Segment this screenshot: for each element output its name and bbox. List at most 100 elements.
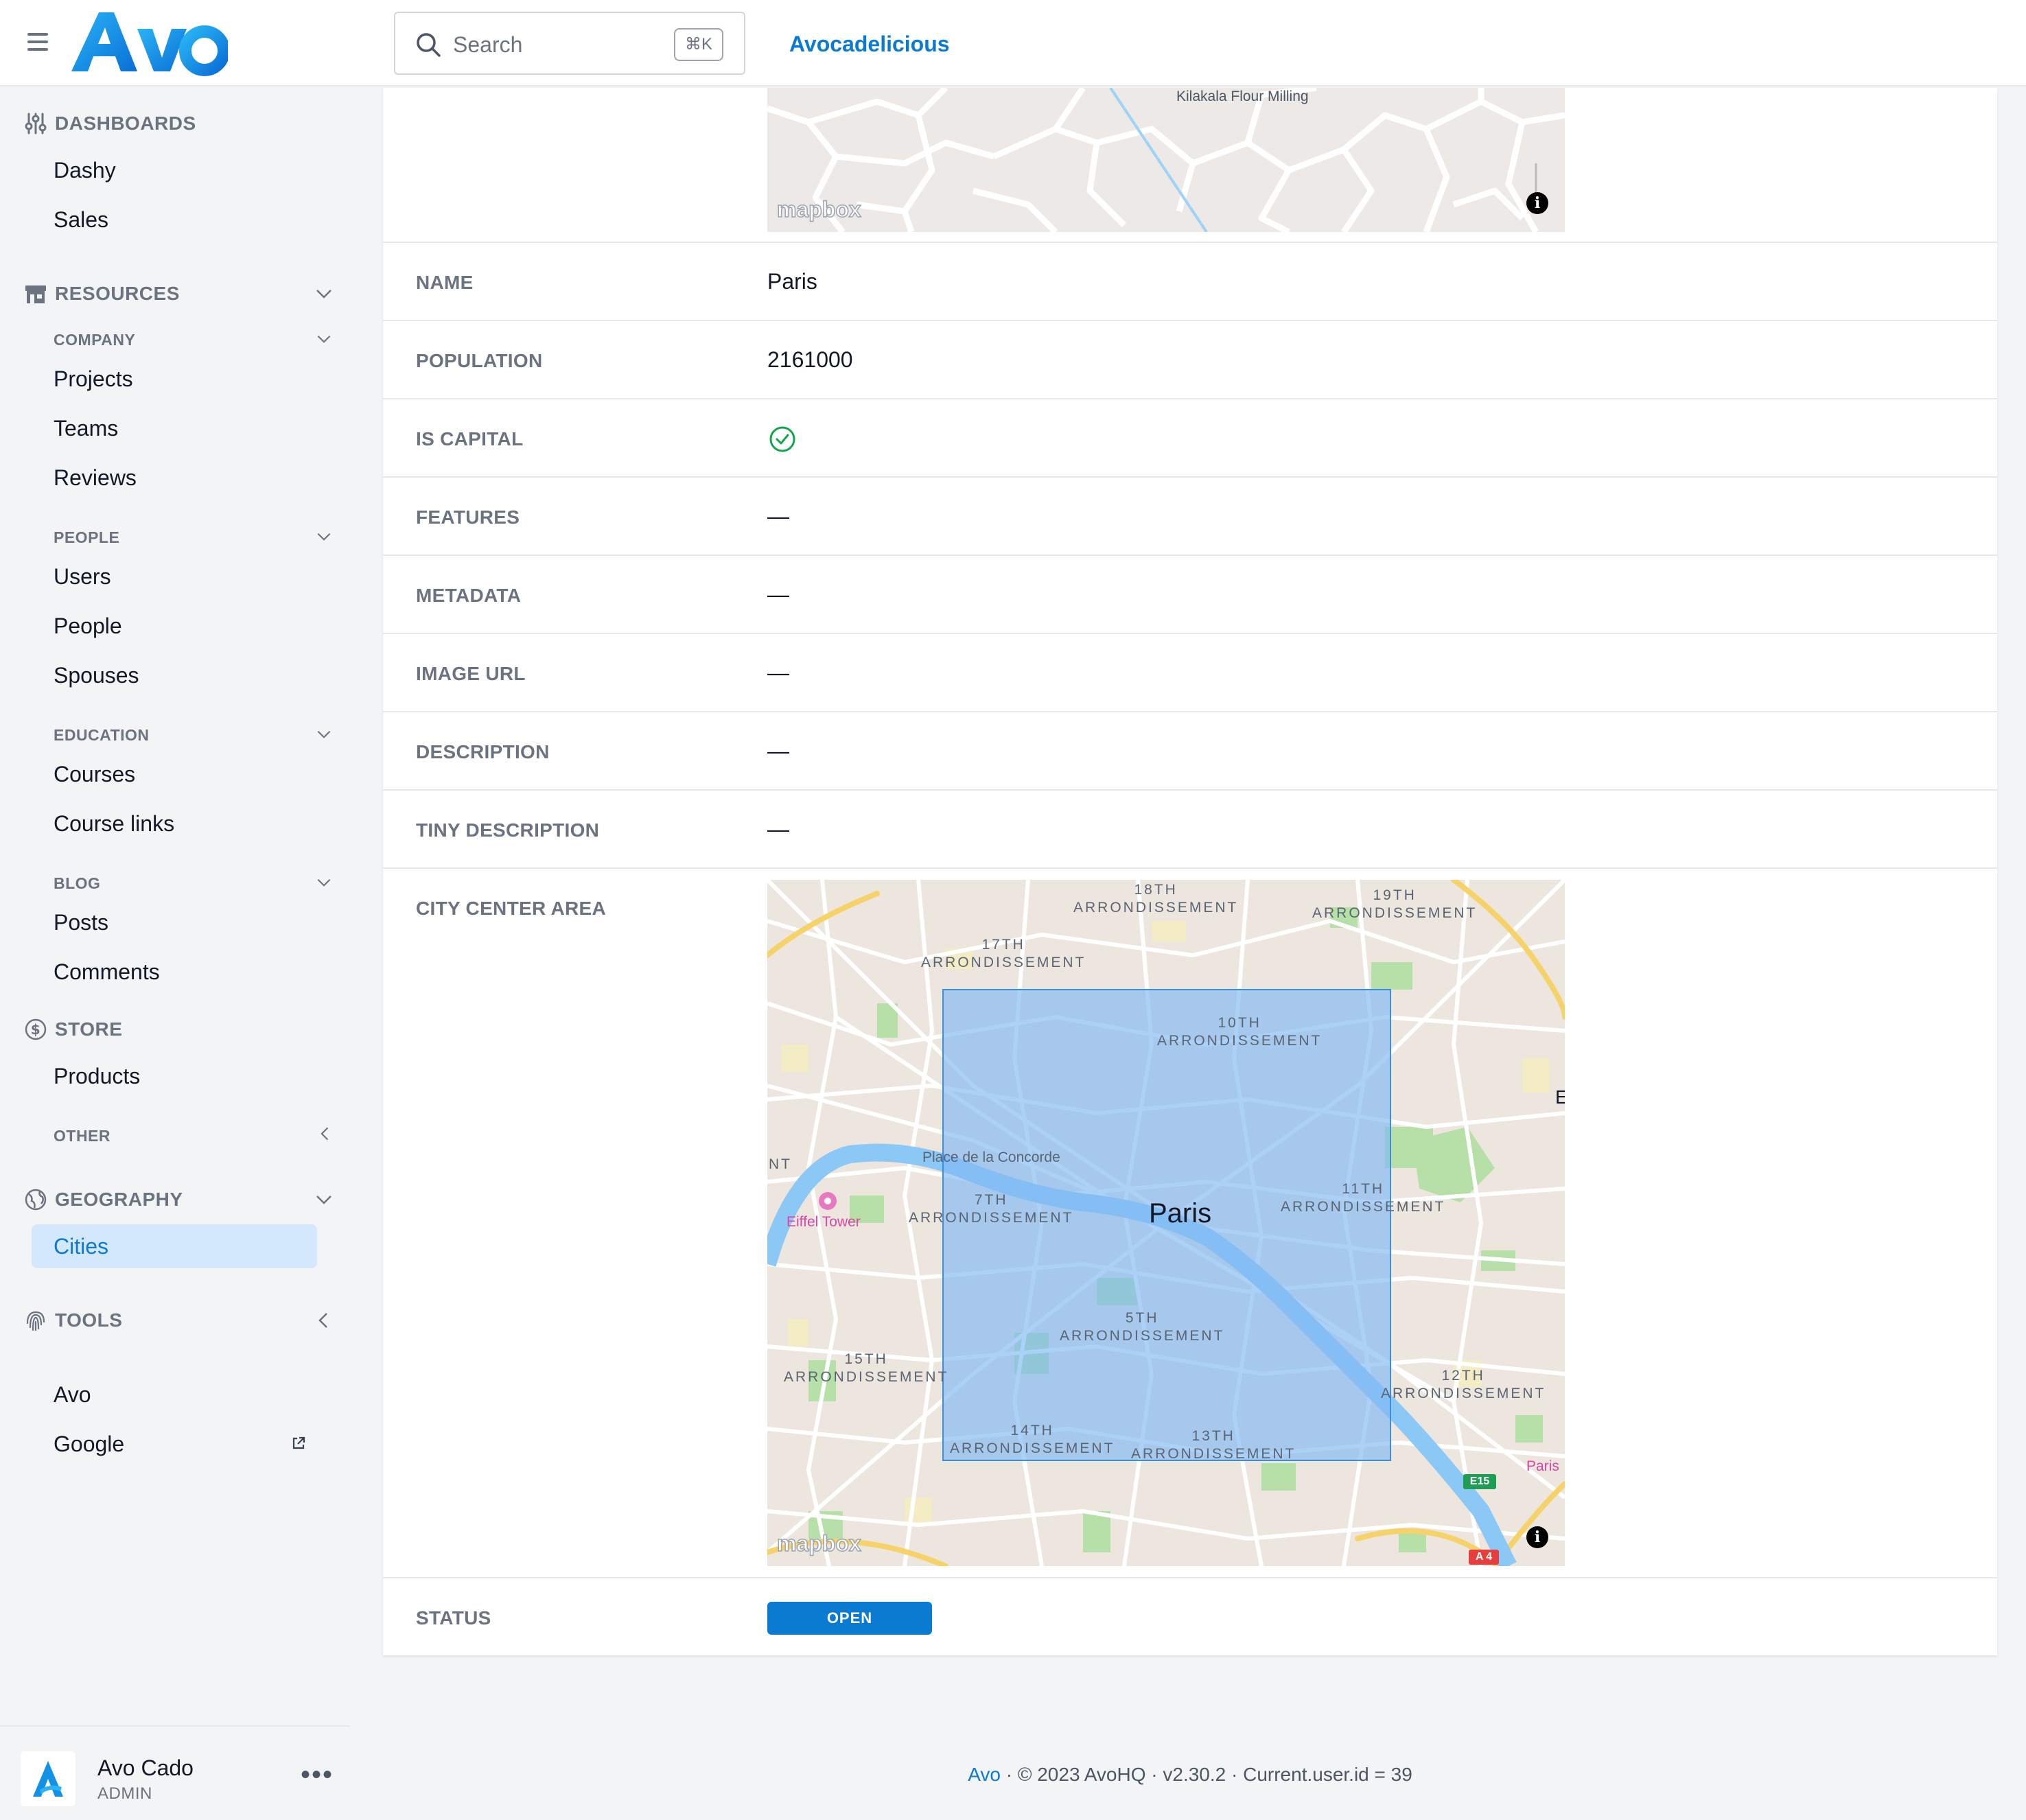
field-row-features: FEATURES — xyxy=(383,478,1997,556)
field-label: FEATURES xyxy=(416,506,520,528)
map-district-label: 13TH ARRONDISSEMENT xyxy=(1131,1428,1296,1462)
field-label: IMAGE URL xyxy=(416,663,526,684)
field-row-city-center-area: CITY CENTER AREA 18TH ARRONDISSEMENT 19T… xyxy=(383,869,1997,1578)
sidebar-item-cities[interactable]: Cities xyxy=(32,1224,317,1268)
map-poi-label: Kilakala Flour Milling xyxy=(1176,89,1309,104)
field-label: NAME xyxy=(416,272,474,293)
field-value: — xyxy=(767,582,789,607)
field-value: — xyxy=(767,660,789,685)
map-district-label: 11TH ARRONDISSEMENT xyxy=(1281,1181,1446,1215)
store-icon xyxy=(25,285,46,303)
sidebar-section-geography[interactable]: GEOGRAPHY xyxy=(23,1186,183,1213)
search-shortcut-badge: ⌘K xyxy=(674,28,723,61)
sidebar-group-other[interactable]: OTHER xyxy=(54,1125,110,1146)
sidebar-group-company: COMPANY xyxy=(54,331,136,349)
field-value: — xyxy=(767,738,789,763)
info-icon[interactable]: i xyxy=(1526,192,1548,214)
road-shield-e15: E15 xyxy=(1469,1475,1490,1487)
sidebar-section-title: DASHBOARDS xyxy=(55,113,196,134)
sidebar-item-sales[interactable]: Sales xyxy=(54,206,108,233)
chevron-down-icon[interactable] xyxy=(316,726,332,743)
chevron-down-icon[interactable] xyxy=(316,528,332,545)
sidebar-item-teams[interactable]: Teams xyxy=(54,415,118,442)
sidebar: DASHBOARDS Dashy Sales RESOURCES COMPANY… xyxy=(0,88,350,1728)
map-district-label: 14TH ARRONDISSEMENT xyxy=(950,1423,1115,1456)
sidebar-group-people: PEOPLE xyxy=(54,528,120,546)
user-role: ADMIN xyxy=(97,1784,152,1803)
sidebar-group-blog: BLOG xyxy=(54,874,101,892)
sidebar-section-title: RESOURCES xyxy=(55,283,180,304)
sidebar-section-tools[interactable]: TOOLS xyxy=(23,1307,122,1334)
search-placeholder: Search xyxy=(453,32,523,57)
chevron-left-icon[interactable] xyxy=(314,1311,334,1330)
map-edge-label: E xyxy=(1555,1086,1565,1108)
mapbox-logo[interactable]: mapbox xyxy=(776,196,861,222)
user-name: Avo Cado xyxy=(97,1755,194,1780)
field-label: TINY DESCRIPTION xyxy=(416,819,600,841)
field-value: — xyxy=(767,817,789,841)
avo-logo[interactable] xyxy=(66,8,228,77)
sidebar-item-products[interactable]: Products xyxy=(54,1062,140,1090)
field-value: Paris xyxy=(767,269,817,294)
field-row-status: STATUS OPEN xyxy=(383,1578,1997,1655)
search-input[interactable]: Search ⌘K xyxy=(394,12,745,75)
status-badge: OPEN xyxy=(767,1602,932,1635)
chevron-down-icon[interactable] xyxy=(314,284,334,303)
sidebar-section-resources[interactable]: RESOURCES xyxy=(23,280,180,307)
sidebar-item-course-links[interactable]: Course links xyxy=(54,810,174,837)
sidebar-section-dashboards: DASHBOARDS xyxy=(23,110,196,137)
sidebar-item-posts[interactable]: Posts xyxy=(54,909,108,936)
map-district-label: 12TH ARRONDISSEMENT xyxy=(1381,1368,1546,1401)
field-row-metadata: METADATA — xyxy=(383,556,1997,634)
page-footer: Avo · © 2023 AvoHQ · v2.30.2 · Current.u… xyxy=(383,1764,1997,1786)
fingerprint-icon xyxy=(26,1311,45,1331)
map-district-label: 7TH ARRONDISSEMENT xyxy=(909,1192,1074,1226)
sidebar-item-dashy[interactable]: Dashy xyxy=(54,156,116,184)
svg-text:$: $ xyxy=(31,1021,40,1038)
map-poi-label: Eiffel Tower xyxy=(787,1214,861,1230)
sidebar-section-title: STORE xyxy=(55,1018,123,1040)
field-label: POPULATION xyxy=(416,350,543,371)
sidebar-item-people[interactable]: People xyxy=(54,612,122,640)
chevron-down-icon[interactable] xyxy=(316,331,332,347)
avatar[interactable] xyxy=(21,1751,75,1806)
field-row-tiny-description: TINY DESCRIPTION — xyxy=(383,791,1997,869)
sidebar-item-google[interactable]: Google xyxy=(54,1430,124,1458)
field-label: IS CAPITAL xyxy=(416,428,524,450)
external-link-icon xyxy=(292,1436,305,1449)
field-label: METADATA xyxy=(416,585,522,606)
map-district-label: NT xyxy=(769,1156,792,1172)
map-poi-label: Paris xyxy=(1526,1458,1559,1474)
sidebar-item-reviews[interactable]: Reviews xyxy=(54,464,137,491)
menu-toggle-icon[interactable] xyxy=(27,33,48,54)
dollar-circle-icon: $ xyxy=(25,1018,47,1040)
mapbox-logo[interactable]: mapbox xyxy=(776,1530,861,1556)
field-value: — xyxy=(767,504,789,528)
field-row-description: DESCRIPTION — xyxy=(383,712,1997,791)
field-label: CITY CENTER AREA xyxy=(416,898,607,919)
sidebar-item-courses[interactable]: Courses xyxy=(54,760,135,788)
sidebar-section-title: TOOLS xyxy=(55,1309,123,1331)
location-map[interactable]: Kilakala Flour Milling mapbox i xyxy=(767,88,1565,232)
footer-avo-link[interactable]: Avo xyxy=(968,1764,1001,1785)
app-name-link[interactable]: Avocadelicious xyxy=(789,29,950,59)
chevron-left-icon[interactable] xyxy=(317,1125,334,1142)
field-row-image-url: IMAGE URL — xyxy=(383,634,1997,712)
city-center-map[interactable]: 18TH ARRONDISSEMENT 19TH ARRONDISSEMENT … xyxy=(767,880,1565,1566)
top-header: Search ⌘K Avocadelicious xyxy=(0,0,2026,86)
info-icon[interactable]: i xyxy=(1526,1526,1548,1548)
globe-icon xyxy=(25,1189,47,1211)
check-circle-icon xyxy=(769,426,795,452)
field-label: DESCRIPTION xyxy=(416,741,550,762)
sidebar-item-projects[interactable]: Projects xyxy=(54,365,133,393)
map-district-label: 18TH ARRONDISSEMENT xyxy=(1073,882,1239,915)
chevron-down-icon[interactable] xyxy=(316,874,332,891)
search-icon xyxy=(417,33,441,57)
more-options-icon[interactable]: ••• xyxy=(301,1761,334,1788)
chevron-down-icon[interactable] xyxy=(314,1190,334,1209)
sidebar-item-comments[interactable]: Comments xyxy=(54,958,160,985)
sidebar-item-users[interactable]: Users xyxy=(54,563,111,590)
sidebar-item-avo[interactable]: Avo xyxy=(54,1381,91,1408)
sidebar-item-spouses[interactable]: Spouses xyxy=(54,662,139,689)
map-streets xyxy=(767,88,1565,232)
